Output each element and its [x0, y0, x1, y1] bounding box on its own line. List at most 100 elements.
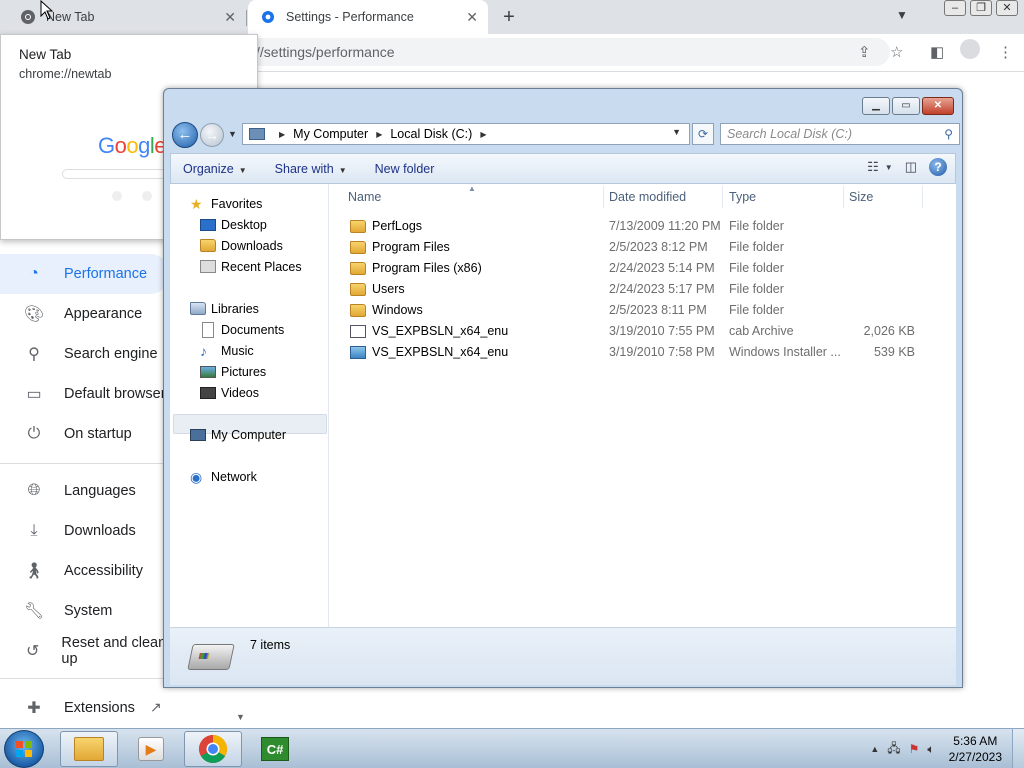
- computer-icon: [249, 128, 265, 140]
- tab-settings[interactable]: Settings - Performance ✕: [248, 0, 488, 34]
- settings-nav-languages[interactable]: 🌐︎ Languages: [0, 471, 170, 511]
- settings-nav-accessibility[interactable]: 🚶︎ Accessibility: [0, 551, 170, 591]
- settings-nav-performance[interactable]: ◔ Performance: [0, 254, 170, 294]
- taskbar-chrome[interactable]: [184, 731, 242, 767]
- close-button[interactable]: ✕: [996, 0, 1018, 16]
- share-with-button[interactable]: Share with ▼: [275, 162, 347, 176]
- more-menu-icon[interactable]: ⋮: [998, 43, 1013, 61]
- settings-nav-search-engine[interactable]: ⚲ Search engine: [0, 334, 170, 374]
- nav-divider: [0, 463, 170, 464]
- side-panel-icon[interactable]: ◧: [930, 43, 944, 61]
- column-header-name[interactable]: Name: [348, 190, 381, 204]
- chrome-icon: [199, 735, 227, 763]
- desktop-icon: [200, 218, 216, 231]
- clock[interactable]: 5:36 AM 2/27/2023: [949, 733, 1002, 765]
- close-tab-icon[interactable]: ✕: [466, 9, 478, 26]
- scroll-down-arrow-icon[interactable]: ▼: [236, 712, 245, 722]
- settings-nav-downloads[interactable]: ⤓ Downloads: [0, 511, 170, 551]
- windows-logo-icon: [16, 741, 32, 757]
- profile-avatar[interactable]: [960, 39, 980, 59]
- file-row[interactable]: Program Files (x86) 2/24/2023 5:14 PM Fi…: [330, 258, 956, 279]
- breadcrumb-local-disk[interactable]: Local Disk (C:): [390, 127, 472, 141]
- volume-icon[interactable]: 🔈︎: [927, 742, 934, 757]
- column-divider[interactable]: [603, 186, 604, 208]
- settings-nav-on-startup[interactable]: ⏻ On startup: [0, 414, 170, 454]
- item-count: 7 items: [250, 638, 291, 652]
- settings-nav-extensions[interactable]: ✚ Extensions: [0, 688, 170, 728]
- bookmark-star-icon[interactable]: ☆: [890, 43, 903, 61]
- external-link-icon[interactable]: ↗: [150, 699, 162, 716]
- minimize-button[interactable]: ▁: [862, 97, 890, 115]
- file-row[interactable]: VS_EXPBSLN_x64_enu 3/19/2010 7:55 PM cab…: [330, 321, 956, 342]
- nav-libraries[interactable]: Libraries: [190, 298, 259, 319]
- taskbar-media-player[interactable]: ▶: [122, 731, 180, 767]
- wrench-icon: 🔧︎: [23, 603, 45, 620]
- nav-pictures[interactable]: Pictures: [200, 361, 266, 382]
- preview-pane-icon[interactable]: ◫: [905, 159, 917, 175]
- nav-my-computer[interactable]: My Computer: [190, 424, 286, 445]
- close-tab-icon[interactable]: ✕: [224, 9, 236, 26]
- breadcrumb-arrow-icon[interactable]: ▶: [480, 130, 486, 139]
- share-with-label: Share with: [274, 161, 334, 176]
- settings-nav-system[interactable]: 🔧︎ System: [0, 591, 170, 631]
- column-header-size[interactable]: Size: [849, 190, 873, 204]
- close-button[interactable]: ✕: [922, 97, 954, 115]
- taskbar-explorer[interactable]: [60, 731, 118, 767]
- nav-recent-places[interactable]: Recent Places: [200, 256, 302, 277]
- file-type: Windows Installer ...: [729, 345, 841, 359]
- address-dropdown-icon[interactable]: ▼: [672, 127, 681, 137]
- new-tab-button[interactable]: +: [498, 6, 520, 29]
- restore-button[interactable]: ❐: [970, 0, 992, 16]
- action-center-flag-icon[interactable]: ⚑: [909, 742, 920, 756]
- file-row[interactable]: Program Files 2/5/2023 8:12 PM File fold…: [330, 237, 956, 258]
- explorer-titlebar[interactable]: ▁ ▭ ✕: [164, 89, 962, 119]
- help-icon[interactable]: ?: [929, 158, 947, 176]
- column-divider[interactable]: [843, 186, 844, 208]
- nav-network[interactable]: ◉ Network: [190, 466, 257, 487]
- file-row[interactable]: VS_EXPBSLN_x64_enu 3/19/2010 7:58 PM Win…: [330, 342, 956, 363]
- search-input[interactable]: Search Local Disk (C:) ⚲: [720, 123, 960, 145]
- nav-documents[interactable]: Documents: [200, 319, 284, 340]
- column-divider[interactable]: [922, 186, 923, 208]
- column-divider[interactable]: [722, 186, 723, 208]
- file-row[interactable]: Users 2/24/2023 5:17 PM File folder: [330, 279, 956, 300]
- nav-label: My Computer: [211, 427, 287, 442]
- maximize-button[interactable]: ▭: [892, 97, 920, 115]
- nav-label: Reset and clean up: [61, 635, 167, 667]
- settings-nav-appearance[interactable]: 🎨︎ Appearance: [0, 294, 170, 334]
- sort-ascending-icon: ▲: [468, 184, 476, 193]
- column-header-type[interactable]: Type: [729, 190, 756, 204]
- back-arrow-icon[interactable]: ←: [172, 122, 198, 148]
- network-icon[interactable]: 🖧︎: [887, 739, 900, 760]
- breadcrumb-arrow-icon[interactable]: ▶: [376, 130, 382, 139]
- change-view-icon[interactable]: ☷: [867, 159, 879, 175]
- minimize-button[interactable]: –: [944, 0, 966, 16]
- nav-downloads[interactable]: Downloads: [200, 235, 283, 256]
- show-desktop-button[interactable]: [1012, 729, 1024, 768]
- forward-arrow-icon[interactable]: →: [200, 123, 224, 147]
- refresh-icon[interactable]: ⟳: [692, 123, 714, 145]
- nav-desktop[interactable]: Desktop: [200, 214, 267, 235]
- breadcrumb-my-computer[interactable]: My Computer: [293, 127, 368, 141]
- file-row[interactable]: Windows 2/5/2023 8:11 PM File folder: [330, 300, 956, 321]
- breadcrumb-arrow-icon[interactable]: ▶: [279, 130, 285, 139]
- file-row[interactable]: PerfLogs 7/13/2009 11:20 PM File folder: [330, 216, 956, 237]
- start-button[interactable]: [4, 730, 44, 768]
- column-header-date[interactable]: Date modified: [609, 190, 686, 204]
- settings-nav-default-browser[interactable]: ▭ Default browser: [0, 374, 170, 414]
- view-dropdown-icon[interactable]: ▼: [885, 163, 893, 172]
- address-bar[interactable]: ▶ My Computer ▶ Local Disk (C:) ▶ ▼: [242, 123, 690, 145]
- nav-music[interactable]: ♪ Music: [200, 340, 254, 361]
- recent-pages-chevron-icon[interactable]: ▼: [228, 129, 237, 139]
- taskbar-csharp[interactable]: C#: [246, 731, 304, 767]
- settings-nav-reset[interactable]: ↺ Reset and clean up: [0, 631, 170, 671]
- palette-icon: 🎨︎: [23, 306, 45, 323]
- share-icon[interactable]: ⇪: [858, 43, 871, 61]
- nav-videos[interactable]: Videos: [200, 382, 259, 403]
- new-folder-button[interactable]: New folder: [375, 162, 435, 176]
- show-hidden-icons-icon[interactable]: ▲: [870, 744, 879, 754]
- nav-favorites[interactable]: ★ Favorites: [190, 193, 262, 214]
- tab-search-chevron-icon[interactable]: ▼: [896, 8, 908, 22]
- organize-button[interactable]: Organize ▼: [183, 162, 247, 176]
- search-icon[interactable]: ⚲: [944, 127, 953, 141]
